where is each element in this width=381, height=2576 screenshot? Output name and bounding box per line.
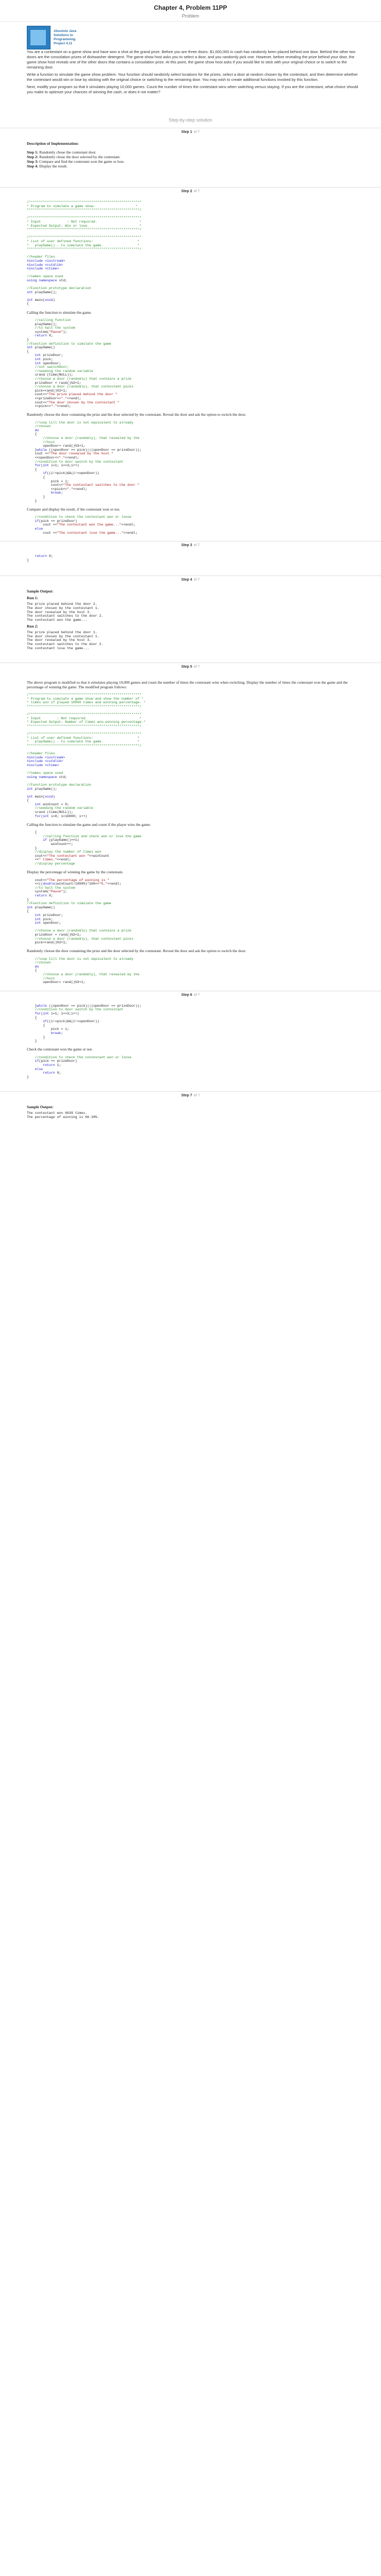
code-block: /***************************************… [27, 693, 146, 818]
step-header[interactable]: Step 4 of 7 [0, 575, 381, 582]
sample-output-title: Sample Output: [27, 589, 54, 594]
book-caption-line: Absolute Java [54, 29, 77, 33]
book-caption-line: Project 4.11 [54, 42, 73, 45]
code-block: //loop till the door is not equivalent t… [27, 957, 140, 985]
code-block: /***************************************… [27, 200, 142, 306]
solution-header: Step-by-step solution [169, 117, 212, 123]
step-title: Description of Implementation: [27, 141, 79, 146]
explanation-text: Randomly choose the door containing the … [27, 412, 246, 417]
step-header[interactable]: Step 1 of 7 [0, 128, 381, 134]
step-body: return 0; } [0, 547, 381, 562]
book-cover-image [27, 26, 51, 49]
code-block: //loop till the door is not equivalent t… [27, 420, 142, 503]
output-block: The prize placed behind the door 2. The … [27, 602, 104, 622]
sample-output-title: Sample Output: [27, 1105, 54, 1110]
problem-paragraph: Next, modify your program so that it sim… [27, 84, 358, 94]
code-block: { //calling function and check won or lo… [27, 831, 142, 866]
output-block: The prize placed behind the door 1. The … [27, 631, 104, 650]
code-block: return 0; } [27, 554, 53, 562]
step-header[interactable]: Step 5 of 7 [0, 663, 381, 669]
problem-paragraph: Write a function to simulate the game sh… [27, 72, 358, 82]
impl-step-line: Step 4: Display the result. [27, 164, 68, 168]
step-count: of 7 [193, 665, 200, 669]
code-block: }while ((openDoor == pick)||(openDoor ==… [27, 1004, 142, 1043]
output-block: The contestant won 6639 times. The perce… [27, 1111, 100, 1119]
step-count: of 7 [193, 578, 200, 582]
step-body: Sample Output: Run 1: The prize placed b… [0, 582, 381, 650]
explanation-text: The above program is modified so that it… [27, 680, 348, 689]
step-count: of 7 [193, 1094, 200, 1098]
code-block: //condition to check the contestant won … [27, 1055, 131, 1079]
problem-statement: Absolute Java Solutions to Programming P… [0, 22, 381, 95]
run-label: Run 1: [27, 596, 38, 601]
explanation-text: Display the percentage of winning the ga… [27, 870, 124, 875]
explanation-text: Compare and display the result, if the c… [27, 506, 121, 512]
step-label: Step 1 [181, 130, 192, 134]
explanation-text: Calling the function to simulate the gam… [27, 822, 151, 827]
step-label: Step 7 [181, 1094, 192, 1098]
impl-step-line: Step 1: Randomly chose the contestant do… [27, 150, 96, 155]
step-body: }while ((openDoor == pick)||(openDoor ==… [0, 997, 381, 1079]
book-caption-line: Programming [54, 38, 76, 41]
step-count: of 7 [193, 190, 200, 193]
step-header[interactable]: Step 2 of 7 [0, 187, 381, 193]
step-body: The above program is modified so that it… [0, 669, 381, 985]
chapter-title: Chapter 4, Problem 11PP [154, 4, 227, 11]
explanation-text: Calling the function to simulate the gam… [27, 310, 92, 315]
code-block: //condition to check the contestant won … [27, 515, 138, 535]
step-header[interactable]: Step 7 of 7 [0, 1091, 381, 1097]
explanation-text: Check the contestant won the game or not… [27, 1047, 93, 1052]
step-label: Step 2 [181, 190, 192, 193]
problem-paragraph: You are a contestant on a game show and … [27, 49, 356, 70]
step-body: Sample Output: The contestant won 6639 t… [0, 1097, 381, 1119]
step-label: Step 6 [181, 993, 192, 997]
step-label: Step 5 [181, 665, 192, 669]
impl-step-line: Step 2: Randomly chose the door selected… [27, 155, 121, 159]
code-block: //calling function playGame(); //to halt… [27, 318, 134, 409]
step-header[interactable]: Step 3 of 7 [0, 541, 381, 547]
code-block: cout<<"The percentage of winning is " <<… [27, 878, 134, 945]
step-label: Step 3 [181, 544, 192, 548]
step-body: Description of Implementation: Step 1: R… [0, 134, 381, 168]
page: Chapter 4, Problem 11PP Problem Absolute… [0, 0, 381, 1120]
step-body: /***************************************… [0, 193, 381, 535]
run-label: Run 2: [27, 624, 38, 629]
step-count: of 7 [193, 544, 200, 548]
explanation-text: Randomly choose the door containing the … [27, 948, 246, 954]
step-header[interactable]: Step 6 of 7 [0, 990, 381, 997]
book-caption-line: Solutions to [54, 33, 73, 37]
step-count: of 7 [193, 130, 200, 134]
problem-label: Problem [181, 13, 200, 19]
impl-step-line: Step 3: Compare and find the contestant … [27, 159, 125, 164]
step-count: of 7 [193, 993, 200, 997]
step-label: Step 4 [181, 578, 192, 582]
